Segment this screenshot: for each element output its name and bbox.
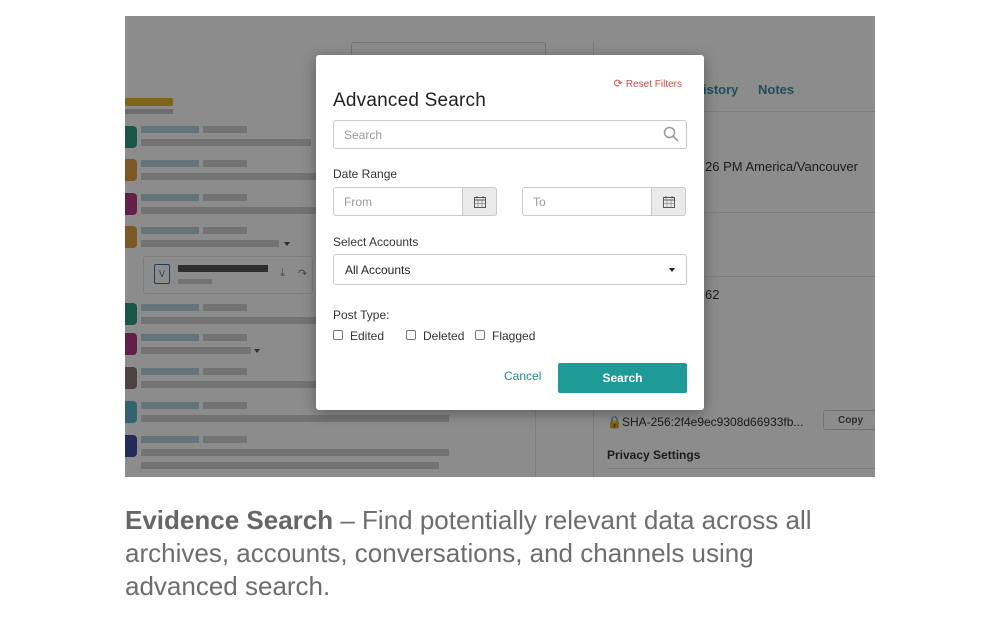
from-calendar-button[interactable] [463,187,497,216]
date-to-input[interactable] [522,187,652,216]
to-calendar-button[interactable] [652,187,686,216]
refresh-icon: ⟳ [613,78,623,90]
caption: Evidence Search – Find potentially relev… [125,504,865,603]
modal-title: Advanced Search [333,90,486,111]
select-accounts-label: Select Accounts [333,235,419,249]
calendar-icon [473,195,486,208]
caption-title: Evidence Search [125,505,334,535]
accounts-select-value: All Accounts [345,263,411,277]
date-from-input[interactable] [333,187,463,216]
deleted-label: Deleted [423,329,465,343]
cancel-button[interactable]: Cancel [504,369,541,383]
calendar-icon [662,195,675,208]
search-input[interactable] [333,120,687,149]
search-icon[interactable] [663,126,679,142]
screenshot-frame: V ⤓ ↷ istory Notes 26 PM America/Vancouv… [125,16,875,477]
accounts-select[interactable]: All Accounts [333,254,687,285]
edited-checkbox[interactable] [333,330,343,340]
advanced-search-modal: ⟳Reset Filters Advanced Search Date Rang… [316,55,704,410]
flagged-label: Flagged [492,329,536,343]
search-button[interactable]: Search [558,363,687,393]
flagged-checkbox[interactable] [475,330,485,340]
date-range-label: Date Range [333,167,398,181]
edited-label: Edited [350,329,385,343]
chevron-down-icon [669,268,675,272]
reset-filters-link[interactable]: ⟳ Reset Filters [614,77,682,90]
post-type-label: Post Type: [333,308,390,322]
deleted-checkbox[interactable] [406,330,416,340]
